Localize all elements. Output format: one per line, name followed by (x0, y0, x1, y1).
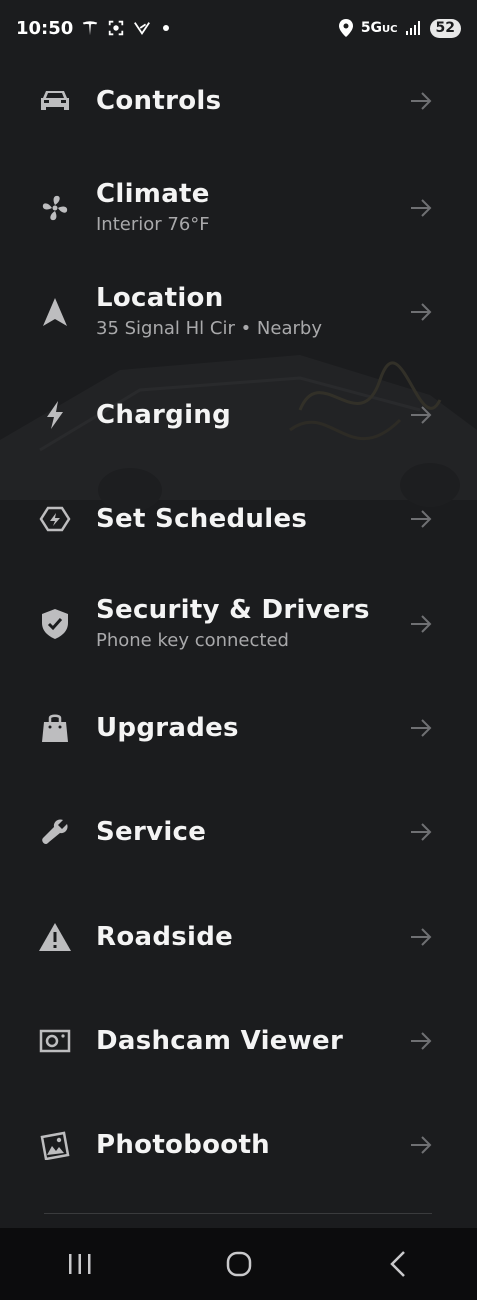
home-icon (226, 1251, 251, 1277)
menu-item-subtitle: 35 Signal Hl Cir • Nearby (96, 318, 322, 339)
wifi-calling-icon (133, 19, 151, 37)
schedule-icon (38, 502, 72, 536)
back-button[interactable] (368, 1234, 428, 1294)
tesla-logo-icon (81, 19, 99, 37)
menu-item-title: Charging (96, 400, 232, 430)
menu-item-title: Dashcam Viewer (96, 1026, 344, 1056)
status-left: 10:50 (16, 17, 170, 39)
menu-item-title: Upgrades (96, 713, 239, 743)
arrow-right-icon (411, 406, 432, 424)
arrow-right-icon (411, 92, 432, 110)
menu-item-upgrades[interactable]: Upgrades (0, 683, 477, 773)
warning-icon (38, 920, 72, 954)
status-right: 5GUC 52 (338, 18, 461, 38)
menu-item-text: Charging (96, 399, 231, 431)
menu-item-text: Location 35 Signal Hl Cir • Nearby (96, 282, 322, 342)
app-screen: 10:50 5GUC 52 Controls Climate Interior … (0, 0, 477, 1300)
arrow-right-icon (411, 928, 432, 946)
menu-item-text: Roadside (96, 921, 233, 953)
arrow-right-icon (411, 1136, 432, 1154)
menu-item-subtitle: Interior 76°F (96, 214, 210, 235)
menu-item-text: Photobooth (96, 1129, 270, 1161)
back-icon (389, 1251, 405, 1277)
system-nav-bar (0, 1228, 477, 1300)
menu-item-title: Location (96, 283, 224, 313)
menu-item-title: Service (96, 817, 207, 847)
arrow-right-icon (411, 1032, 432, 1050)
lightning-icon (38, 398, 72, 432)
menu-item-security-drivers[interactable]: Security & Drivers Phone key connected (0, 579, 477, 669)
menu-item-charging[interactable]: Charging (0, 370, 477, 460)
arrow-right-icon (411, 303, 432, 321)
menu-item-set-schedules[interactable]: Set Schedules (0, 474, 477, 564)
network-label: 5G (360, 20, 383, 36)
recents-button[interactable] (50, 1234, 110, 1294)
menu-item-title: Roadside (96, 922, 234, 952)
arrow-right-icon (411, 719, 432, 737)
arrow-right-icon (411, 823, 432, 841)
shield-check-icon (38, 607, 72, 641)
menu-item-text: Controls (96, 85, 221, 117)
menu-item-text: Upgrades (96, 712, 239, 744)
signal-strength-icon (405, 21, 422, 35)
car-icon (38, 84, 72, 118)
location-arrow-icon (38, 295, 72, 329)
home-button[interactable] (209, 1234, 269, 1294)
divider (44, 1213, 432, 1214)
status-bar: 10:50 5GUC 52 (0, 0, 477, 56)
menu-item-text: Set Schedules (96, 503, 307, 535)
menu-item-subtitle: Phone key connected (96, 630, 289, 651)
menu-item-title: Set Schedules (96, 504, 308, 534)
recents-icon (68, 1254, 90, 1274)
network-suffix: UC (382, 24, 398, 35)
arrow-right-icon (411, 510, 432, 528)
menu-item-title: Climate (96, 179, 210, 209)
menu-item-text: Service (96, 816, 206, 848)
photo-icon (38, 1128, 72, 1162)
arrow-right-icon (411, 199, 432, 217)
menu-item-photobooth[interactable]: Photobooth (0, 1100, 477, 1190)
network-type: 5GUC (361, 20, 398, 36)
menu-item-roadside[interactable]: Roadside (0, 892, 477, 982)
menu-item-text: Climate Interior 76°F (96, 178, 210, 238)
arrow-right-icon (411, 615, 432, 633)
notification-dot-icon (163, 25, 170, 31)
screenshot-icon (107, 19, 125, 37)
status-time: 10:50 (16, 17, 74, 39)
menu-item-title: Security & Drivers (96, 595, 370, 625)
fan-icon (38, 191, 72, 225)
menu-item-climate[interactable]: Climate Interior 76°F (0, 163, 477, 253)
menu-item-controls[interactable]: Controls (0, 56, 477, 146)
menu-item-service[interactable]: Service (0, 787, 477, 877)
menu-item-location[interactable]: Location 35 Signal Hl Cir • Nearby (0, 267, 477, 357)
menu-item-title: Controls (96, 86, 222, 116)
location-pin-icon (338, 19, 353, 37)
menu-item-text: Security & Drivers Phone key connected (96, 594, 370, 654)
menu-item-text: Dashcam Viewer (96, 1025, 343, 1057)
battery-indicator: 52 (429, 18, 461, 38)
wrench-icon (38, 815, 72, 849)
menu-item-title: Photobooth (96, 1130, 270, 1160)
dashcam-icon (38, 1024, 72, 1058)
shopping-bag-icon (38, 711, 72, 745)
menu-item-dashcam-viewer[interactable]: Dashcam Viewer (0, 996, 477, 1086)
